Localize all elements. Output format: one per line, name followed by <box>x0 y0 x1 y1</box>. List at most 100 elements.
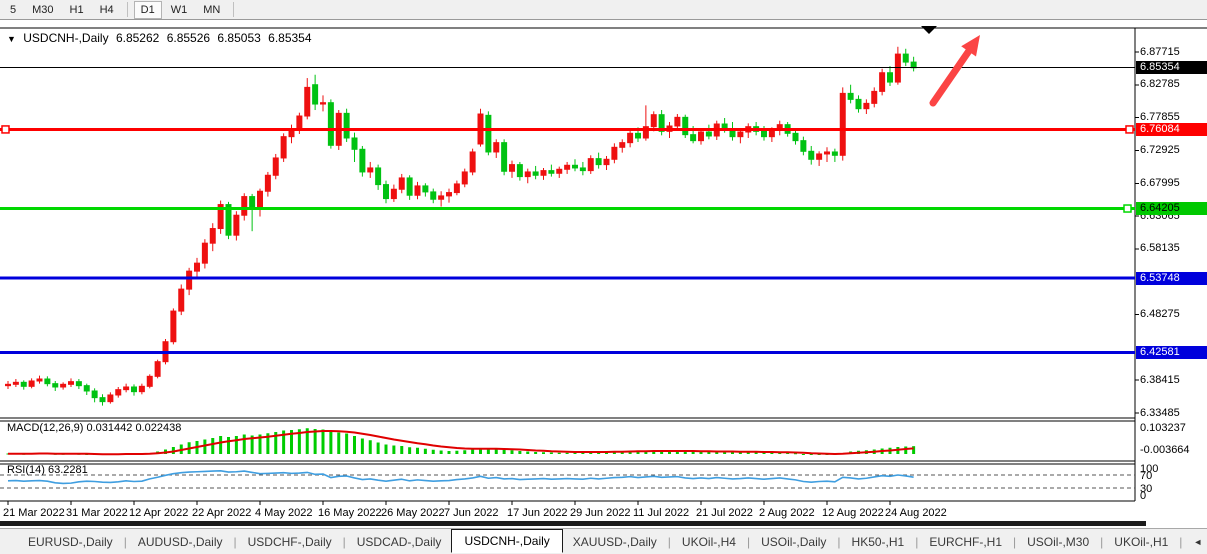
chart-tab-eurusd-daily[interactable]: EURUSD-,Daily <box>18 532 123 552</box>
candle-body <box>376 168 381 185</box>
candle-body <box>321 103 326 104</box>
candle-body <box>840 93 845 155</box>
candle-body <box>234 215 239 235</box>
rsi-scale-label-70: 70 <box>1140 470 1152 482</box>
date-tick-label: 24 Aug 2022 <box>885 507 947 519</box>
candle-body <box>494 143 499 152</box>
date-tick-label: 21 Mar 2022 <box>3 507 65 519</box>
symbol-dropdown-icon[interactable]: ▼ <box>7 34 16 44</box>
candle-body <box>706 132 711 136</box>
macd-name: MACD(12,26,9) <box>7 422 83 434</box>
candle-body <box>242 197 247 216</box>
macd-bar <box>432 450 435 454</box>
date-tick-label: 22 Apr 2022 <box>192 507 251 519</box>
price-tick-label: 6.82785 <box>1140 78 1180 90</box>
candle-body <box>596 159 601 165</box>
hline-handle[interactable] <box>1124 205 1131 212</box>
macd-bar <box>243 435 246 455</box>
macd-bar <box>353 436 356 454</box>
macd-bar <box>203 440 206 455</box>
candle-body <box>328 103 333 146</box>
price-tick-label: 6.72925 <box>1140 144 1180 156</box>
chart-tab-usoil-daily[interactable]: USOil-,Daily <box>751 532 836 552</box>
macd-bar <box>400 446 403 454</box>
hline-handle[interactable] <box>1126 126 1133 133</box>
date-tick-label: 2 Aug 2022 <box>759 507 815 519</box>
date-tick-label: 29 Jun 2022 <box>570 507 631 519</box>
chart-horizontal-scrollbar[interactable] <box>0 521 1146 526</box>
macd-value: 0.031442 <box>86 422 132 434</box>
macd-bar <box>322 430 325 455</box>
chart-tab-usdcnh-daily[interactable]: USDCNH-,Daily <box>451 529 562 553</box>
tab-separator: | <box>343 535 346 549</box>
candle-body <box>604 159 609 164</box>
macd-bar <box>211 438 214 454</box>
tab-separator: | <box>747 535 750 549</box>
macd-bar <box>550 453 553 455</box>
chart-tab-ukoil-h1[interactable]: UKOil-,H1 <box>1104 532 1178 552</box>
candle-body <box>612 147 617 159</box>
date-tick-label: 16 May 2022 <box>318 507 382 519</box>
macd-bar <box>235 436 238 454</box>
macd-bar <box>361 439 364 455</box>
candle-body <box>305 87 310 116</box>
candle-body <box>202 243 207 263</box>
date-tick-label: 12 Apr 2022 <box>129 507 188 519</box>
candle-body <box>769 130 774 137</box>
macd-bar <box>440 451 443 455</box>
ohlc-open: 6.85262 <box>116 31 159 45</box>
hline-price-label: 6.64205 <box>1136 202 1207 215</box>
candle-body <box>486 115 491 152</box>
chart-tab-usdcad-daily[interactable]: USDCAD-,Daily <box>347 532 452 552</box>
down-arrow-marker[interactable] <box>921 26 937 34</box>
candle-body <box>903 54 908 62</box>
price-tick-label: 6.67995 <box>1140 177 1180 189</box>
rsi-value: 63.2281 <box>48 464 88 476</box>
candle-body <box>691 135 696 141</box>
chart-tab-xauusd-daily[interactable]: XAUUSD-,Daily <box>563 532 667 552</box>
hline-handle[interactable] <box>2 126 9 133</box>
chart-tab-hk50-h1[interactable]: HK50-,H1 <box>842 532 915 552</box>
candle-body <box>37 379 42 381</box>
candle-body <box>53 384 58 387</box>
candle-body <box>549 171 554 174</box>
date-tick-label: 31 Mar 2022 <box>66 507 128 519</box>
chart-canvas[interactable] <box>0 0 1207 554</box>
candle-body <box>510 165 515 172</box>
chart-tab-ukoil-h4[interactable]: UKOil-,H4 <box>672 532 746 552</box>
macd-bar <box>455 451 458 454</box>
chart-tab-usoil-m30[interactable]: USOil-,M30 <box>1017 532 1099 552</box>
candle-body <box>557 169 562 173</box>
candle-body <box>588 159 593 171</box>
candle-body <box>6 384 11 385</box>
rsi-pane-label: RSI(14) 63.2281 <box>7 464 88 476</box>
tab-scroll-left-icon[interactable]: ◄ <box>1191 535 1207 549</box>
candle-body <box>423 186 428 192</box>
candle-body <box>281 137 286 158</box>
macd-bar <box>369 440 372 454</box>
macd-bar <box>345 434 348 455</box>
macd-bar <box>329 432 332 455</box>
macd-bar <box>566 453 569 454</box>
candle-body <box>76 382 81 386</box>
candle-body <box>92 391 97 398</box>
trend-arrow-annotation[interactable] <box>933 51 969 103</box>
candle-body <box>384 185 389 199</box>
macd-bar <box>416 448 419 454</box>
candle-body <box>848 93 853 99</box>
candle-body <box>502 143 507 172</box>
chart-tab-audusd-daily[interactable]: AUDUSD-,Daily <box>128 532 233 552</box>
tab-separator: | <box>234 535 237 549</box>
chart-title-symbol: USDCNH-,Daily <box>23 31 108 45</box>
candle-body <box>856 99 861 108</box>
candle-body <box>517 165 522 177</box>
price-tick-label: 6.38415 <box>1140 374 1180 386</box>
candle-body <box>636 133 641 138</box>
tab-separator: | <box>837 535 840 549</box>
current-price-label: 6.85354 <box>1136 61 1207 74</box>
chart-tab-eurchf-h1[interactable]: EURCHF-,H1 <box>919 532 1012 552</box>
candle-body <box>628 133 633 142</box>
chart-tab-usdchf-daily[interactable]: USDCHF-,Daily <box>238 532 342 552</box>
hline-price-label: 6.76084 <box>1136 123 1207 136</box>
tab-separator: | <box>1100 535 1103 549</box>
